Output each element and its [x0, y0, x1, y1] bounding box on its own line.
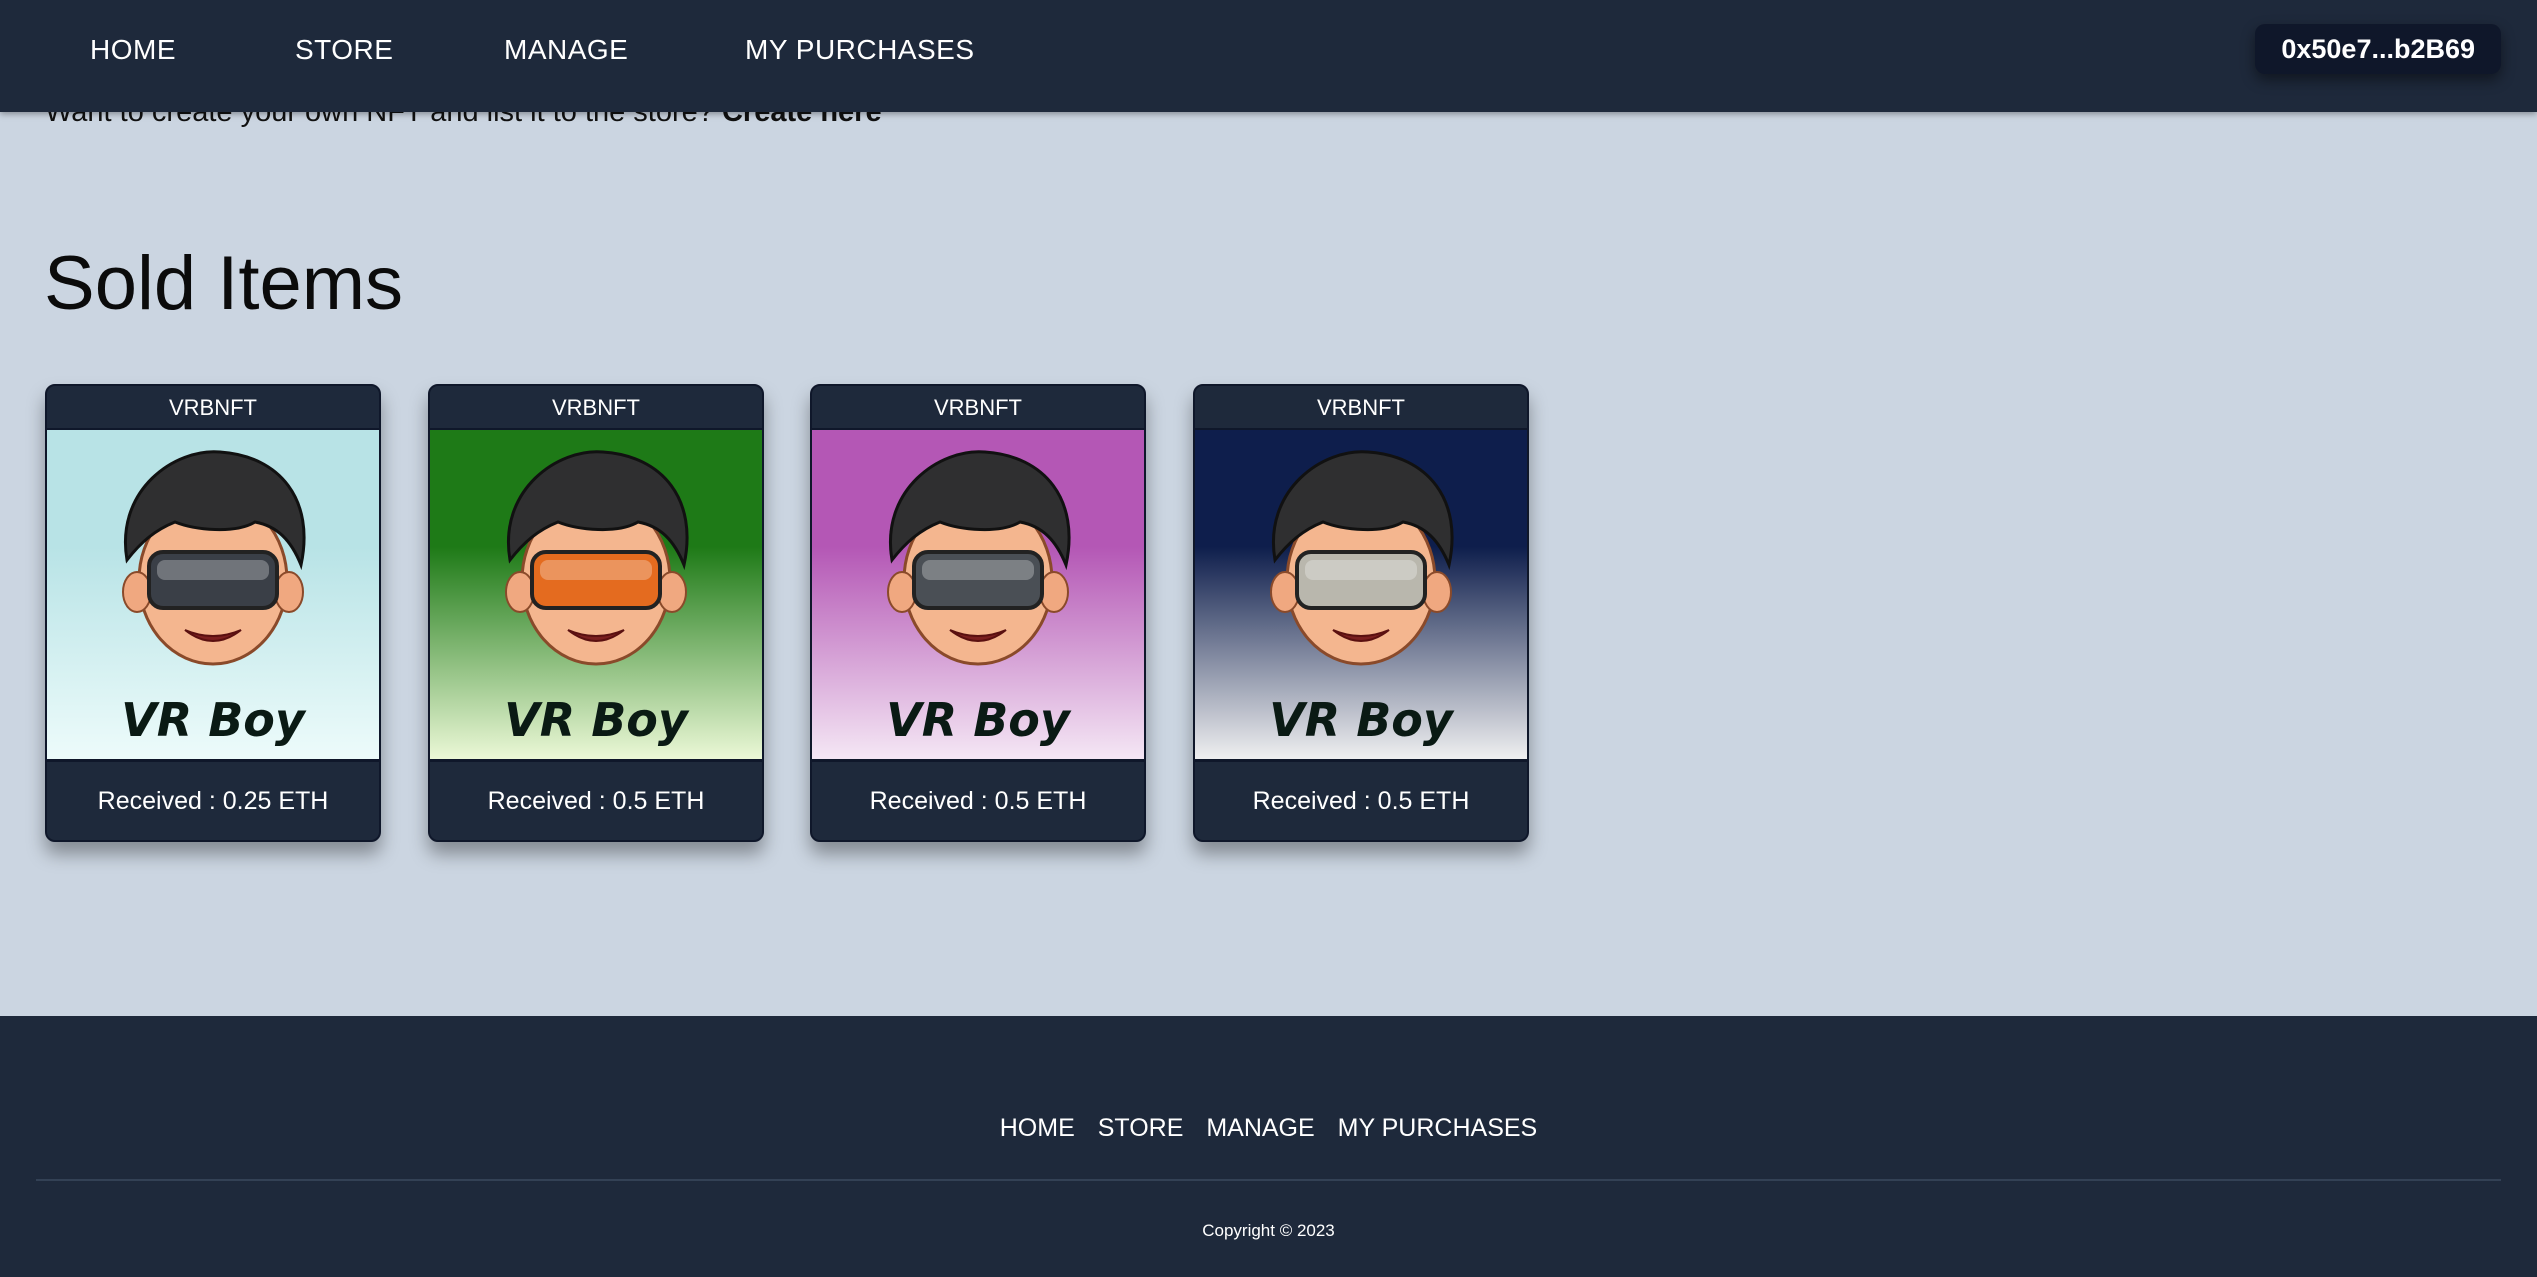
nft-collection-name: VRBNFT	[169, 395, 257, 420]
wallet-address-button[interactable]: 0x50e7...b2B69	[2255, 24, 2501, 74]
nft-card[interactable]: VRBNFT VR Boy Received : 0.25 ETH	[45, 384, 381, 842]
page-title: Sold Items	[44, 241, 404, 326]
nft-received-price: Received : 0.25 ETH	[97, 787, 329, 815]
footer-nav: HOME STORE MANAGE MY PURCHASES	[0, 1114, 2537, 1143]
nft-art-title: VR Boy	[504, 693, 690, 747]
footer-manage-link[interactable]: MANAGE	[1206, 1114, 1314, 1142]
nav-my-purchases-link[interactable]: MY PURCHASES	[745, 34, 975, 66]
nft-received-price: Received : 0.5 ETH	[487, 787, 705, 815]
nft-received-price: Received : 0.5 ETH	[869, 787, 1087, 815]
nav-store-link[interactable]: STORE	[295, 34, 393, 66]
footer: HOME STORE MANAGE MY PURCHASES Copyright…	[0, 1016, 2537, 1277]
nav-manage-link[interactable]: MANAGE	[504, 34, 628, 66]
footer-my-purchases-link[interactable]: MY PURCHASES	[1338, 1114, 1538, 1142]
footer-divider	[36, 1179, 2501, 1181]
nav-home-link[interactable]: HOME	[90, 34, 176, 66]
nft-image: VR Boy	[430, 428, 762, 762]
nft-card[interactable]: VRBNFT VR Boy Received : 0.5 ETH	[810, 384, 1146, 842]
nft-card[interactable]: VRBNFT VR Boy Received : 0.5 ETH	[1193, 384, 1529, 842]
nft-art-title: VR Boy	[121, 693, 307, 747]
nft-collection-name: VRBNFT	[934, 395, 1022, 420]
copyright-text: Copyright © 2023	[1202, 1221, 1335, 1240]
nft-image: VR Boy	[1195, 428, 1527, 762]
nft-image: VR Boy	[812, 428, 1144, 762]
nft-collection-name: VRBNFT	[1317, 395, 1405, 420]
nft-card[interactable]: VRBNFT VR Boy Received : 0.5 ETH	[428, 384, 764, 842]
nft-art-title: VR Boy	[1269, 693, 1455, 747]
footer-store-link[interactable]: STORE	[1098, 1114, 1184, 1142]
nft-image: VR Boy	[47, 428, 379, 762]
footer-home-link[interactable]: HOME	[1000, 1114, 1075, 1142]
top-nav-bar: HOME STORE MANAGE MY PURCHASES 0x50e7...…	[0, 0, 2537, 112]
nft-art-title: VR Boy	[886, 693, 1072, 747]
nft-received-price: Received : 0.5 ETH	[1252, 787, 1470, 815]
nft-collection-name: VRBNFT	[552, 395, 640, 420]
